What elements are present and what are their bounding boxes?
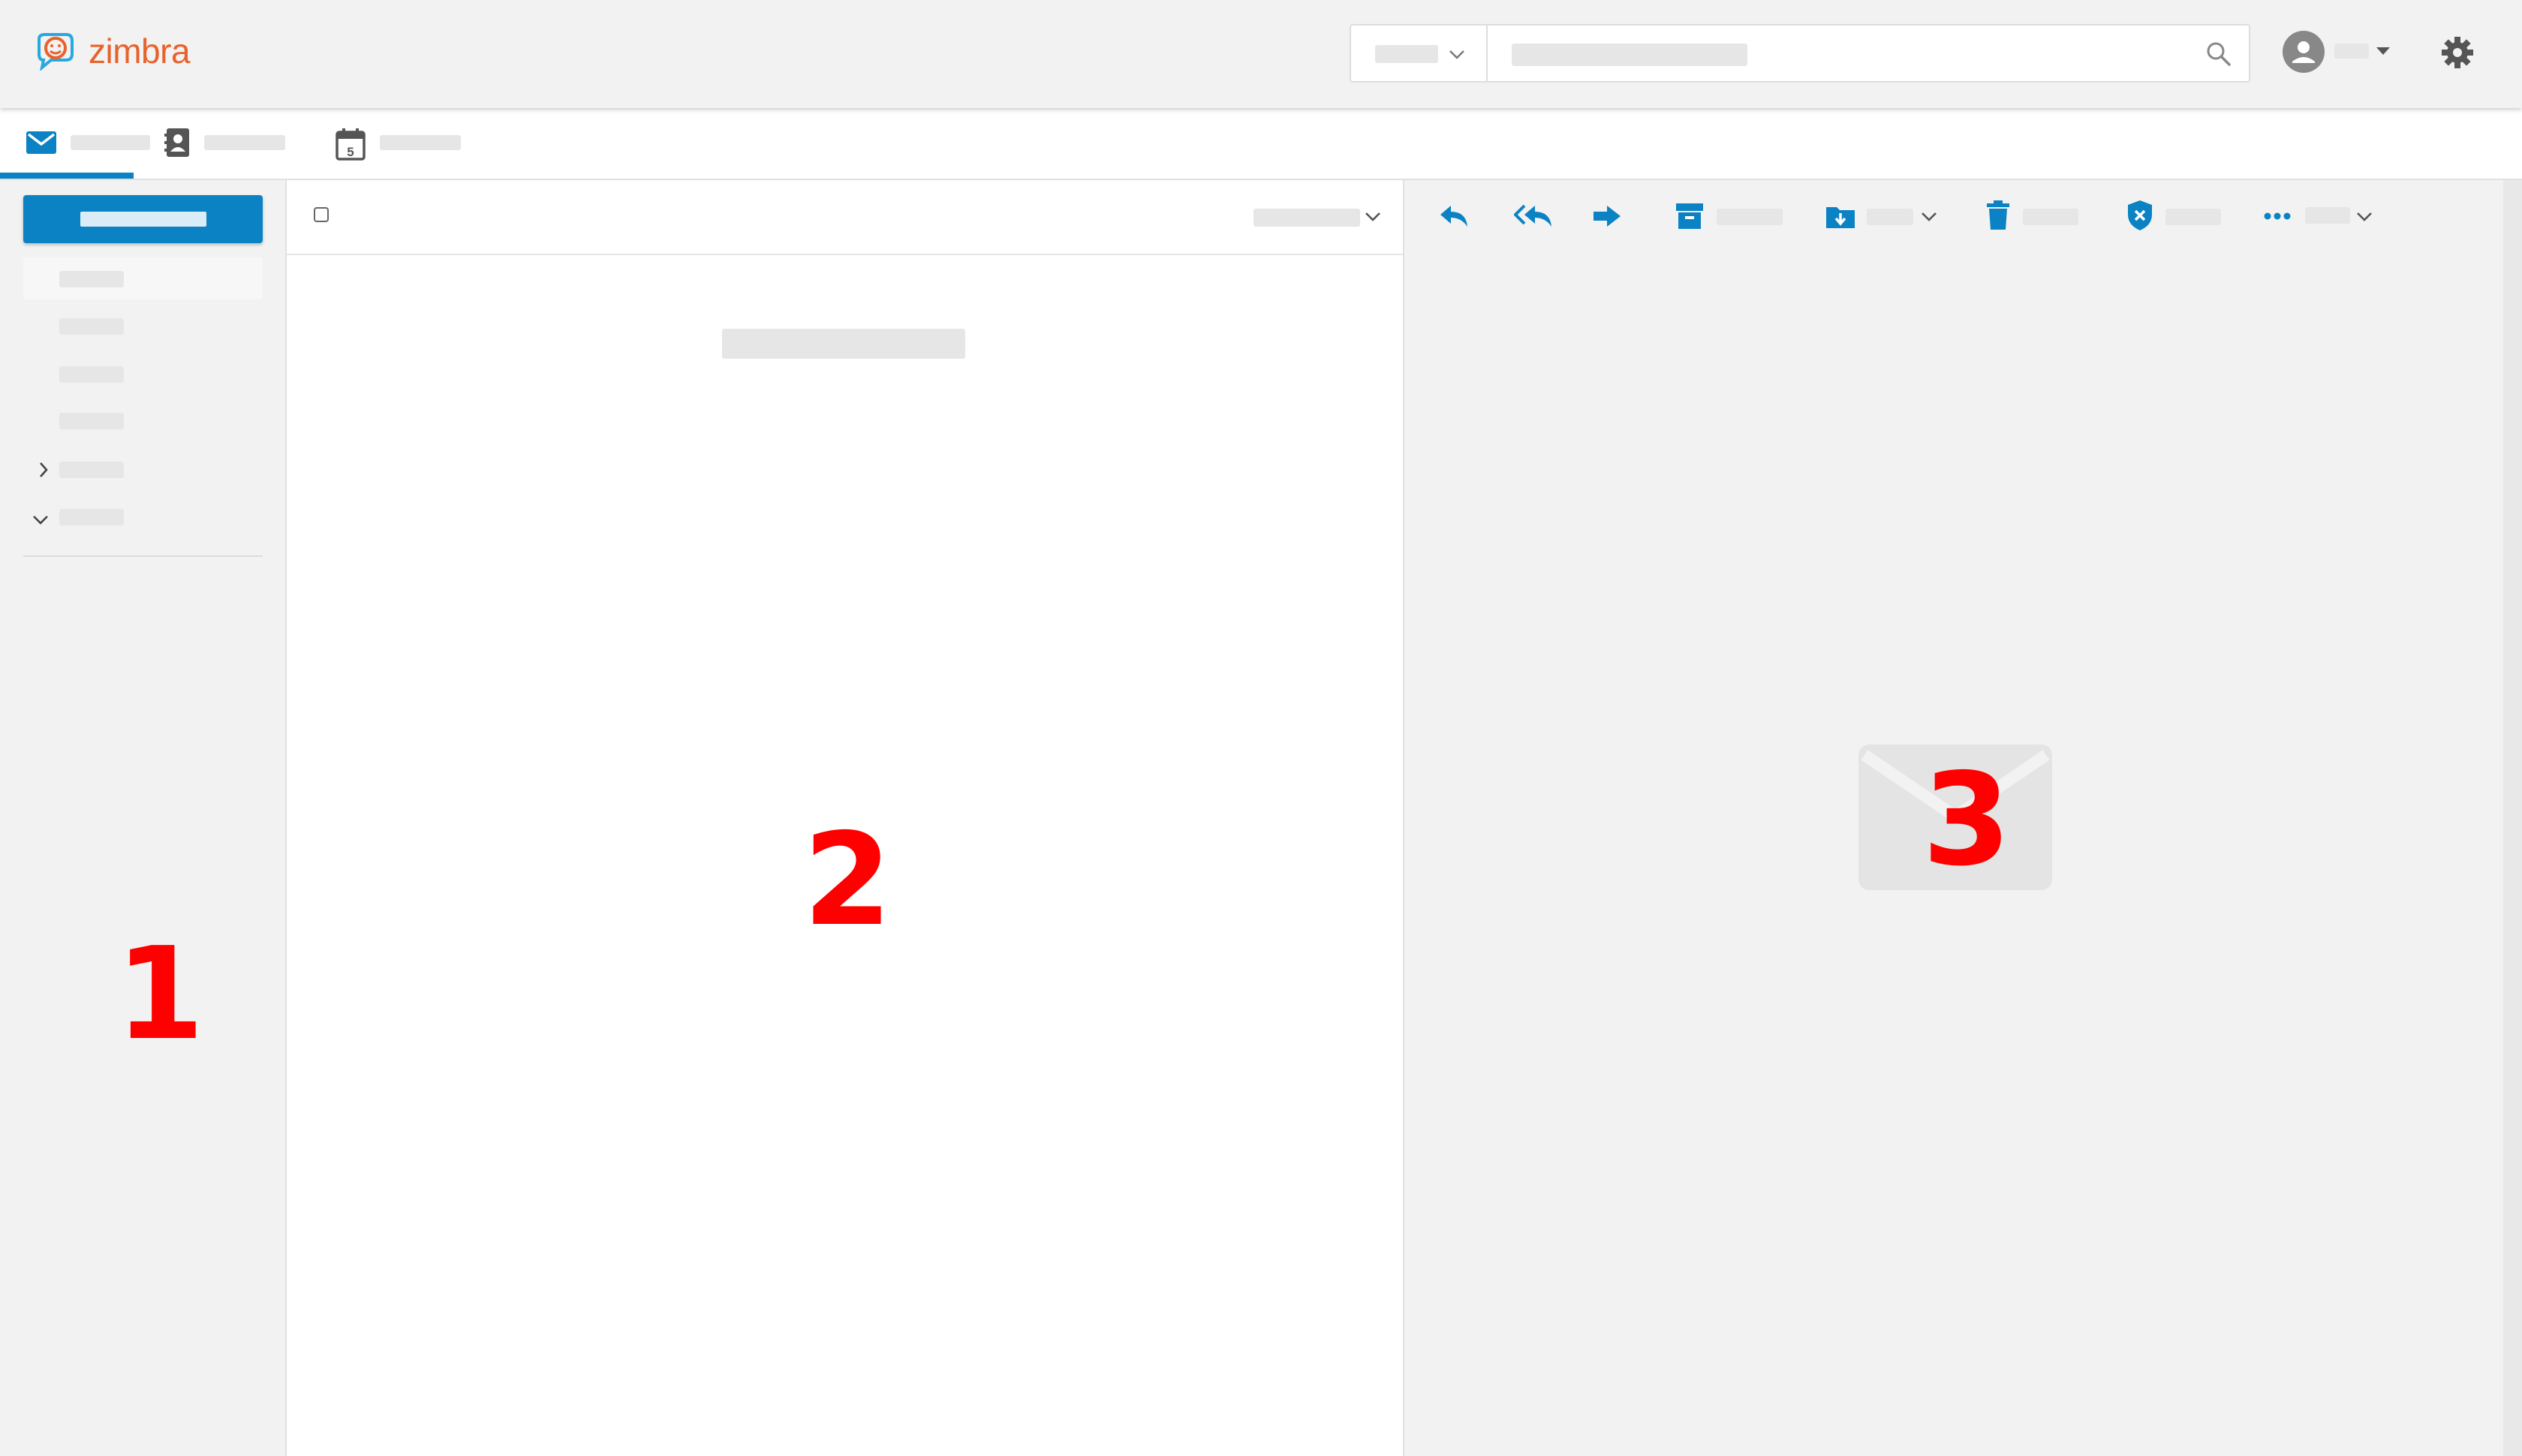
chevron-down-icon (1449, 50, 1464, 59)
folder-label-placeholder (59, 462, 124, 478)
move-button[interactable] (1825, 197, 1945, 236)
folder-label-placeholder (59, 509, 124, 525)
panel-number-2: 2 (803, 806, 892, 955)
user-menu[interactable] (2282, 27, 2394, 75)
spam-label-placeholder (2165, 209, 2221, 225)
delete-button[interactable] (1985, 197, 2105, 236)
spam-shield-icon (2128, 200, 2152, 230)
app-tabs: 5 (0, 108, 2522, 180)
panel-number-3: 3 (1922, 746, 2012, 895)
message-list-pane: 2 (287, 180, 1404, 1456)
folder-sidebar: 1 (0, 180, 287, 1456)
folder-group-expanded[interactable] (23, 495, 263, 537)
chevron-down-icon (2357, 212, 2372, 221)
folder-item-inbox[interactable] (23, 257, 263, 299)
reply-all-icon[interactable] (1514, 201, 1554, 231)
chevron-right-icon[interactable] (35, 460, 52, 480)
tab-mail-label-placeholder (71, 135, 150, 150)
mail-icon (26, 131, 56, 154)
reading-pane-scrollbar[interactable] (2503, 180, 2522, 1456)
forward-icon[interactable] (1592, 203, 1622, 230)
select-all-checkbox[interactable] (314, 207, 329, 222)
folder-label-placeholder (59, 318, 124, 335)
zimbra-logo-icon (38, 33, 74, 71)
compose-button[interactable] (23, 195, 263, 243)
more-icon (2264, 212, 2291, 220)
delete-icon (1987, 200, 2009, 230)
tab-calendar-label-placeholder (380, 135, 461, 150)
search-icon[interactable] (2204, 39, 2234, 69)
folder-label-placeholder (59, 413, 124, 429)
zimbra-logo[interactable]: zimbra (29, 29, 191, 74)
top-header: zimbra (0, 0, 2522, 108)
user-avatar-icon (2283, 31, 2325, 73)
active-tab-indicator (0, 173, 134, 179)
username-placeholder (2334, 44, 2369, 59)
sort-dropdown[interactable] (1249, 200, 1392, 234)
tab-calendar[interactable]: 5 (330, 108, 465, 179)
tab-contacts-label-placeholder (204, 135, 285, 150)
tab-mail[interactable] (0, 108, 150, 179)
folder-item[interactable] (23, 305, 263, 347)
delete-label-placeholder (2023, 209, 2078, 225)
list-toolbar (287, 180, 1403, 255)
spam-button[interactable] (2126, 197, 2247, 236)
caret-down-icon (2376, 47, 2390, 55)
archive-icon (1676, 203, 1703, 229)
logo-text: zimbra (89, 32, 191, 71)
move-folder-icon (1826, 207, 1855, 228)
chevron-down-icon (1922, 212, 1937, 221)
reading-pane: 3 (1404, 180, 2522, 1456)
calendar-icon: 5 (336, 128, 366, 161)
more-actions-button[interactable] (2263, 197, 2383, 236)
folder-label-placeholder (59, 366, 124, 383)
chevron-down-icon[interactable] (31, 512, 50, 528)
gear-icon[interactable] (2439, 35, 2475, 71)
search-type-label-placeholder (1375, 45, 1438, 63)
reply-icon[interactable] (1437, 201, 1470, 231)
folder-label-placeholder (59, 271, 124, 287)
sidebar-divider (23, 555, 263, 557)
empty-list-message-placeholder (722, 329, 965, 359)
move-label-placeholder (1867, 209, 1913, 225)
search-box[interactable] (1486, 24, 2250, 83)
search-type-dropdown[interactable] (1350, 24, 1488, 83)
tab-contacts[interactable] (158, 108, 293, 179)
sort-label-placeholder (1253, 209, 1360, 227)
archive-label-placeholder (1717, 209, 1783, 225)
panel-number-1: 1 (116, 920, 205, 1069)
archive-button[interactable] (1675, 197, 1802, 236)
message-toolbar (1404, 180, 2500, 254)
search-input[interactable] (1513, 44, 2177, 66)
chevron-down-icon (1365, 212, 1380, 221)
more-label-placeholder (2305, 207, 2350, 224)
folder-item[interactable] (23, 399, 263, 441)
folder-group-collapsed[interactable] (23, 448, 263, 490)
contacts-icon (164, 128, 189, 157)
calendar-day-number: 5 (347, 145, 354, 159)
compose-label-placeholder (80, 212, 206, 227)
folder-item[interactable] (23, 353, 263, 395)
